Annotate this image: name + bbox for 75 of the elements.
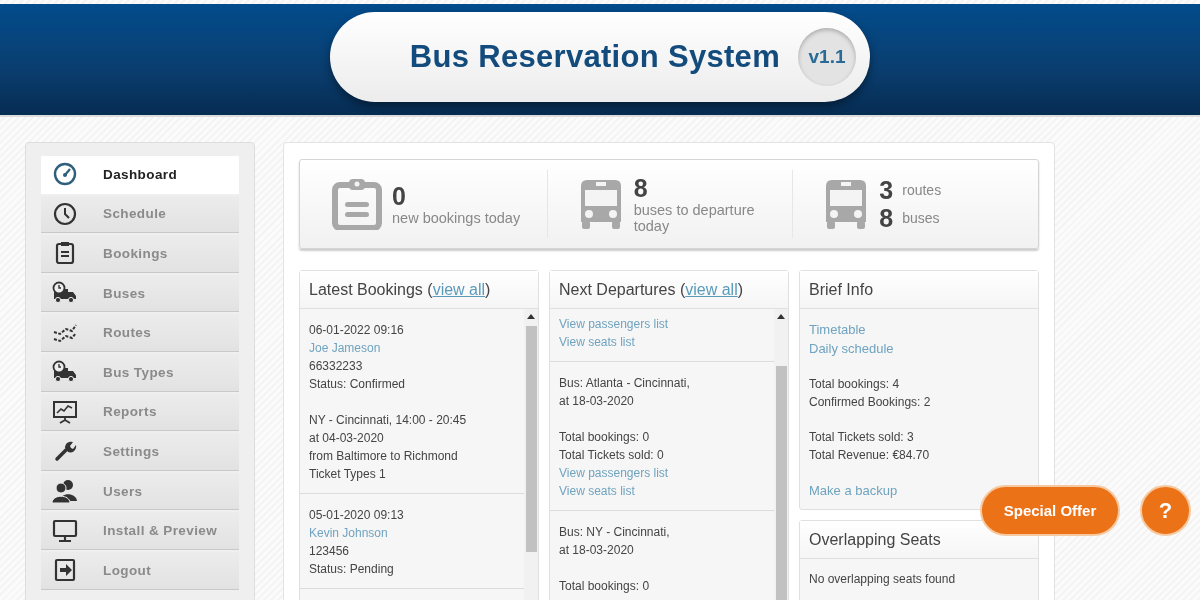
app-title: Bus Reservation System — [409, 38, 780, 75]
stat-label: new bookings today — [392, 210, 521, 226]
entry-text: Total bookings: 0 — [559, 429, 650, 446]
info-link[interactable]: Timetable — [809, 320, 866, 339]
sidebar-item[interactable]: Reports — [41, 393, 239, 432]
special-offer-button[interactable]: Special Offer — [980, 485, 1120, 536]
view-all-link[interactable]: view all — [685, 280, 738, 298]
stat-label: buses to departure today — [633, 202, 756, 234]
up-arrow-icon — [527, 314, 535, 319]
entry-text: at 18-03-2020 — [559, 542, 634, 559]
sidebar-item[interactable]: Buses — [41, 274, 239, 313]
entry-text: Bus: Atlanta - Cincinnati, — [559, 375, 690, 392]
sidebar-item[interactable]: Install & Preview — [41, 512, 239, 550]
view-all-link[interactable]: view all — [432, 280, 486, 298]
entry-text: Bus: NY - Cincinnati, — [559, 524, 670, 541]
info-text: Total Revenue: €84.70 — [809, 447, 930, 464]
sidebar-item[interactable]: Users — [41, 472, 239, 511]
clock-icon — [53, 201, 77, 226]
version-badge: v1.1 — [798, 27, 856, 86]
stat-value: 0 — [392, 182, 407, 210]
entry-link[interactable]: Kevin Johnson — [309, 524, 388, 542]
entry-link[interactable]: View seats list — [559, 482, 635, 500]
truck-clock-icon — [52, 360, 78, 385]
help-button[interactable]: ? — [1140, 485, 1191, 536]
sidebar-item[interactable]: Routes — [41, 314, 239, 352]
entry-text: Total Tickets sold: 0 — [559, 447, 664, 464]
scrollbar[interactable] — [524, 309, 538, 600]
entry-text: Ticket Types 1 — [309, 466, 386, 483]
truck-clock-icon — [52, 281, 78, 306]
entry-link[interactable]: View passengers list — [559, 464, 669, 482]
sidebar-item[interactable]: Logout — [41, 551, 239, 590]
monitor-icon — [52, 518, 78, 543]
entry-text: 66332233 — [309, 358, 363, 375]
clipboard-icon — [55, 241, 75, 266]
entry-link[interactable]: View seats list — [559, 333, 635, 351]
entry-text: at 04-03-2020 — [309, 430, 384, 447]
entry-text: Status: Pending — [309, 561, 394, 578]
scrollbar[interactable] — [774, 309, 788, 600]
info-text: No overlapping seats found — [809, 571, 957, 588]
stat-value: 8 — [879, 205, 894, 231]
panel-title: Next Departures (view all) — [559, 280, 744, 299]
wrench-icon — [53, 439, 77, 464]
entry-text: from Baltimore to Richmond — [309, 448, 458, 465]
entry-text: 05-01-2020 09:13 — [309, 507, 404, 524]
stat-value: 3 — [879, 177, 894, 203]
stat-value: 8 — [633, 174, 649, 202]
entry-text: at 18-03-2020 — [559, 393, 634, 410]
entry-link[interactable]: Joe Jameson — [309, 339, 381, 357]
entry-text: 06-01-2022 09:16 — [309, 322, 404, 339]
panel-title: Overlapping Seats — [809, 530, 941, 549]
sidebar-item[interactable]: Dashboard — [41, 156, 239, 194]
info-link[interactable]: Daily schedule — [809, 339, 894, 358]
info-text: Total bookings: 4 — [809, 376, 900, 393]
panel-title: Latest Bookings (view all) — [309, 280, 491, 299]
sidebar-item[interactable]: Bookings — [41, 235, 239, 273]
stat-label: buses — [902, 209, 940, 228]
logout-icon — [54, 558, 76, 583]
sidebar-item[interactable]: Bus Types — [41, 353, 239, 392]
sidebar-item[interactable]: Schedule — [41, 195, 239, 234]
info-text: Total Tickets sold: 3 — [809, 429, 914, 446]
presentation-board-icon — [52, 398, 78, 425]
clipboard-icon — [332, 178, 382, 230]
entry-text: Total bookings: 0 — [559, 578, 650, 595]
speedometer-icon — [53, 162, 77, 187]
up-arrow-icon — [777, 314, 785, 319]
users-icon — [51, 479, 79, 504]
info-link[interactable]: Make a backup — [809, 481, 898, 500]
entry-text: NY - Cincinnati, 14:00 - 20:45 — [309, 412, 467, 429]
sidebar-item[interactable]: Settings — [41, 433, 239, 471]
panel-title: Brief Info — [809, 280, 874, 299]
info-text: Confirmed Bookings: 2 — [809, 394, 931, 411]
entry-text: 123456 — [309, 543, 350, 560]
stat-label: routes — [902, 181, 942, 200]
entry-link[interactable]: View passengers list — [559, 315, 669, 333]
entry-text: Status: Confirmed — [309, 376, 406, 393]
